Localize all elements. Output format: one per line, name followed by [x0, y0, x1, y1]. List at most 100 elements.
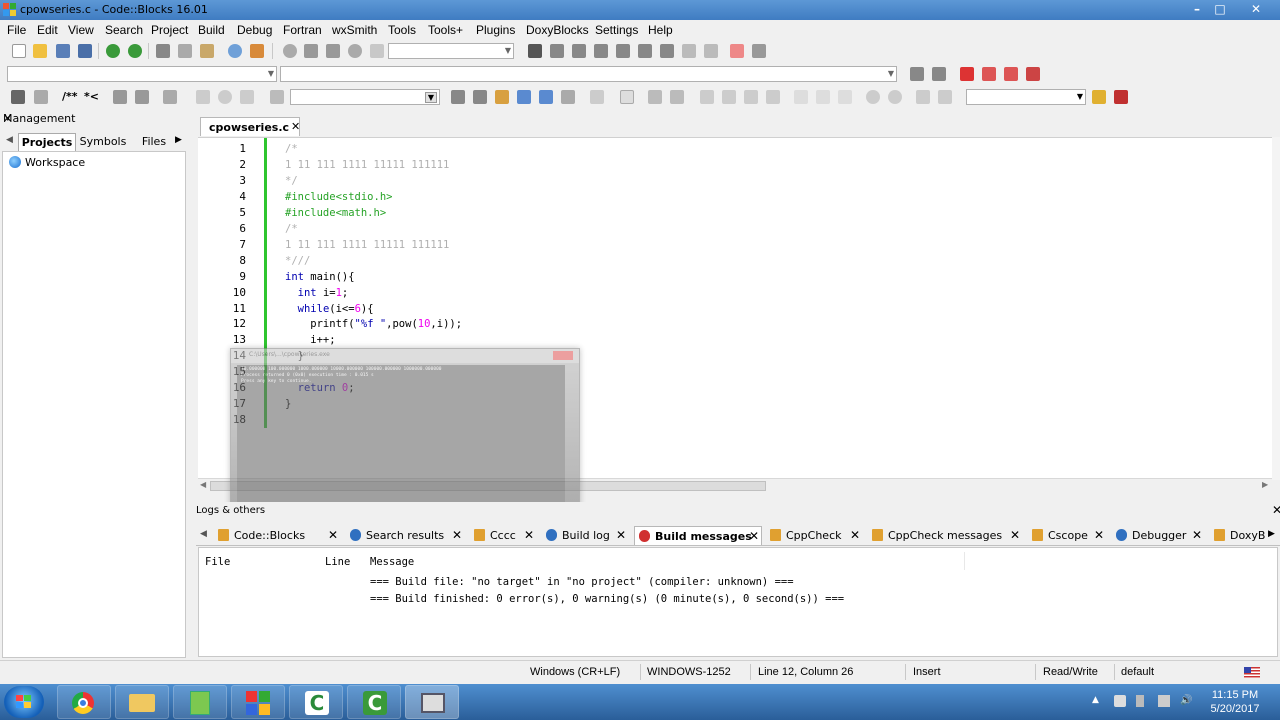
center-icon[interactable] [218, 90, 232, 104]
menu-build[interactable]: Build [198, 23, 225, 37]
column-message[interactable]: Message [370, 556, 414, 568]
tab-files[interactable]: Files [136, 133, 172, 151]
tabs-left-arrow-icon[interactable]: ◀ [6, 135, 13, 145]
scroll-left-icon[interactable]: ◀ [200, 480, 206, 489]
wx-sizer-icon[interactable] [700, 90, 714, 104]
workspace-node[interactable]: Workspace [9, 156, 85, 169]
column-line[interactable]: Line [325, 556, 350, 568]
code-line[interactable]: int i=1; [285, 287, 349, 299]
taskbar-office[interactable] [231, 685, 285, 719]
menu-edit[interactable]: Edit [37, 23, 58, 37]
paste-icon[interactable] [200, 44, 214, 58]
next-instruction-icon[interactable] [638, 44, 652, 58]
pause-icon[interactable] [682, 44, 696, 58]
select-icon[interactable] [590, 90, 604, 104]
whole-word-icon[interactable] [539, 90, 553, 104]
wx-grid-icon[interactable] [722, 90, 736, 104]
menu-settings[interactable]: Settings [595, 23, 638, 37]
menu-debug[interactable]: Debug [237, 23, 272, 37]
save-all-icon[interactable] [78, 44, 92, 58]
taskbar-camtasia-recorder[interactable]: C [347, 685, 401, 719]
logs-tab-close-icon[interactable]: ✕ [616, 528, 626, 542]
rebuild-icon[interactable] [348, 44, 362, 58]
logs-tab-close-icon[interactable]: ✕ [1010, 528, 1020, 542]
abort-icon[interactable] [370, 44, 384, 58]
spell-check-icon[interactable] [1092, 90, 1106, 104]
tray-expand-icon[interactable]: ▲ [1092, 695, 1104, 707]
logs-tab-close-icon[interactable]: ✕ [850, 528, 860, 542]
thesaurus-icon[interactable] [1114, 90, 1128, 104]
scroll-right-icon[interactable]: ▶ [1262, 480, 1268, 489]
editor-tab-close-icon[interactable]: ✕ [291, 120, 300, 133]
tab-symbols[interactable]: Symbols [78, 133, 128, 151]
debug-run-icon[interactable] [528, 44, 542, 58]
logs-tab-build-messages[interactable]: Build messages ✕ [634, 526, 762, 545]
jump-forward-icon[interactable] [932, 67, 946, 81]
menu-doxyblocks[interactable]: DoxyBlocks [526, 23, 589, 37]
management-close-icon[interactable]: ✕ [3, 112, 184, 125]
search-next-icon[interactable] [473, 90, 487, 104]
function-combo[interactable]: ▼ [280, 66, 897, 82]
next-line-icon[interactable] [572, 44, 586, 58]
debug-windows-icon[interactable] [730, 44, 744, 58]
menu-tools[interactable]: Tools [388, 23, 416, 37]
code-line[interactable]: 1 11 111 1111 11111 111111 [285, 159, 449, 171]
code-line[interactable]: while(i<=6){ [285, 303, 374, 315]
build-target-combo[interactable]: ▼ [388, 43, 514, 59]
find-icon[interactable] [228, 44, 242, 58]
wx-insert2-icon[interactable] [816, 90, 830, 104]
run-to-cursor-icon[interactable] [550, 44, 564, 58]
code-line[interactable]: #include<math.h> [285, 207, 386, 219]
toggle-bookmark-icon[interactable] [960, 67, 974, 81]
code-line[interactable]: */// [285, 255, 310, 267]
code-line[interactable]: i++; [285, 334, 335, 346]
wx-image-icon[interactable] [648, 90, 662, 104]
logs-tab-close-icon[interactable]: ✕ [524, 528, 534, 542]
run-icon[interactable] [304, 44, 318, 58]
logs-tab-cccc[interactable]: Cccc ✕ [470, 526, 538, 545]
maximize-button[interactable]: □ [1208, 1, 1232, 17]
code-line[interactable]: /* [285, 143, 298, 155]
close-button[interactable]: ✕ [1244, 1, 1268, 17]
taskbar-camtasia[interactable]: C [289, 685, 343, 719]
wx-dialog-icon[interactable] [670, 90, 684, 104]
logs-tab-close-icon[interactable]: ✕ [1192, 528, 1202, 542]
wx-box-icon[interactable] [766, 90, 780, 104]
tabs-right-arrow-icon[interactable]: ▶ [175, 135, 182, 145]
incremental-search-input[interactable]: ▼ [290, 89, 440, 105]
code-line[interactable]: int main(){ [285, 271, 355, 283]
tray-action-center-icon[interactable] [1114, 695, 1126, 707]
block-comment-button[interactable]: /** [62, 90, 78, 103]
logs-tab-debugger[interactable]: Debugger ✕ [1112, 526, 1206, 545]
column-file[interactable]: File [205, 556, 230, 568]
editor-vertical-scrollbar[interactable] [1272, 137, 1280, 480]
logs-tab-build-log[interactable]: Build log ✕ [542, 526, 630, 545]
taskbar-notepad[interactable] [173, 685, 227, 719]
tray-battery-icon[interactable] [1136, 695, 1144, 707]
clear-bookmarks-icon[interactable] [1026, 67, 1040, 81]
cut-icon[interactable] [156, 44, 170, 58]
prev-bookmark-icon[interactable] [982, 67, 996, 81]
step-into-icon[interactable] [594, 44, 608, 58]
spell-language-combo[interactable]: ▼ [966, 89, 1086, 105]
wx-insert3-icon[interactable] [838, 90, 852, 104]
next-icon[interactable] [240, 90, 254, 104]
logs-tab-close-icon[interactable]: ✕ [328, 528, 338, 542]
undo-icon[interactable] [106, 44, 120, 58]
logs-tab-close-icon[interactable]: ✕ [1094, 528, 1104, 542]
logs-tab-cppcheck-messages[interactable]: CppCheck messages ✕ [868, 526, 1024, 545]
doxy-prefs-icon[interactable] [163, 90, 177, 104]
taskbar-explorer[interactable] [115, 685, 169, 719]
copy-icon[interactable] [178, 44, 192, 58]
code-line[interactable]: printf("%f ",pow(10,i)); [285, 318, 462, 330]
build-message-row[interactable]: === Build file: "no target" in "no proje… [370, 576, 794, 588]
zoom-in-icon[interactable] [866, 90, 880, 104]
menu-help[interactable]: Help [648, 23, 673, 37]
logs-tabs-right-arrow-icon[interactable]: ▶ [1268, 529, 1275, 539]
spell-c-icon[interactable] [938, 90, 952, 104]
stop-debug-icon[interactable] [704, 44, 718, 58]
scope-combo[interactable]: ▼ [7, 66, 277, 82]
menu-fortran[interactable]: Fortran [283, 23, 322, 37]
step-out-icon[interactable] [616, 44, 630, 58]
step-instruction-icon[interactable] [660, 44, 674, 58]
